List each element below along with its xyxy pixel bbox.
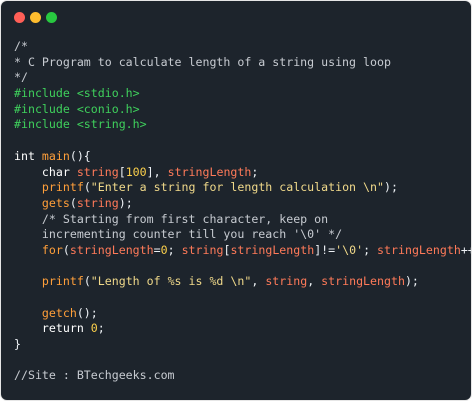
code-token: ; <box>363 242 378 257</box>
code-token: for <box>14 242 63 257</box>
code-line: gets(string); <box>14 196 467 212</box>
code-window: /* * C Program to calculate length of a s… <box>1 1 471 400</box>
code-token: ++); <box>460 242 471 257</box>
code-token: [ <box>118 164 126 179</box>
code-line: int main(){ <box>14 149 467 165</box>
code-line: #include <conio.h> <box>14 102 467 118</box>
code-token: printf <box>14 180 84 195</box>
code-token: , <box>307 274 322 289</box>
code-line: */ <box>14 70 467 86</box>
code-line: /* <box>14 39 467 55</box>
code-token: ]!= <box>314 242 336 257</box>
code-token: stringLength <box>321 274 405 289</box>
code-token: string <box>76 164 119 179</box>
code-line: getch(); <box>14 306 467 322</box>
code-token: #include <stdio.h> <box>14 86 140 101</box>
code-token: ( <box>83 180 91 195</box>
code-token: stringLength <box>69 242 154 257</box>
code-token: 0 <box>90 321 98 336</box>
code-token: * C Program to calculate length of a str… <box>14 54 391 69</box>
code-token: "Length of %s is %d \n" <box>90 274 252 289</box>
code-token: string <box>76 195 119 210</box>
code-line: #include <string.h> <box>14 117 467 133</box>
code-line: char string[100], stringLength; <box>14 165 467 181</box>
code-token: ; <box>251 164 259 179</box>
code-token: = <box>153 242 161 257</box>
code-line: printf("Length of %s is %d \n", string, … <box>14 274 467 290</box>
code-token: ( <box>62 242 70 257</box>
code-token: ( <box>69 195 77 210</box>
code-token: char <box>14 164 77 179</box>
code-block: /* * C Program to calculate length of a s… <box>14 39 471 384</box>
code-token: 0 <box>160 242 168 257</box>
code-token: ; <box>167 242 182 257</box>
code-line: /* Starting from first character, keep o… <box>14 212 467 228</box>
minimize-window-icon[interactable] <box>30 12 41 23</box>
code-token: gets <box>14 195 70 210</box>
code-token: string <box>181 242 224 257</box>
code-token: */ <box>14 70 28 85</box>
code-line: incrementing counter till you reach '\0'… <box>14 227 467 243</box>
code-line: return 0; <box>14 321 467 337</box>
code-token: ); <box>118 195 133 210</box>
code-token: ], <box>146 164 168 179</box>
maximize-window-icon[interactable] <box>46 12 57 23</box>
code-token: stringLength <box>377 242 461 257</box>
code-token: } <box>14 337 21 352</box>
code-token: (){ <box>69 148 91 163</box>
code-token: incrementing counter till you reach '\0'… <box>14 227 343 242</box>
code-token: #include <string.h> <box>14 117 147 132</box>
code-token: "Enter a string for length calculation \… <box>90 180 384 195</box>
window-titlebar <box>1 1 471 33</box>
code-token: int <box>14 148 42 163</box>
code-token: #include <conio.h> <box>14 101 140 116</box>
code-token: , <box>251 274 266 289</box>
code-token: (); <box>76 305 98 320</box>
code-token: /* Starting from first character, keep o… <box>14 211 329 226</box>
code-token: //Site : BTechgeeks.com <box>14 368 175 383</box>
code-line: * C Program to calculate length of a str… <box>14 55 467 71</box>
code-token: ); <box>383 180 398 195</box>
code-token: /* <box>14 39 28 53</box>
code-token: ; <box>97 321 105 336</box>
code-token: '\0' <box>335 242 364 257</box>
code-line: #include <stdio.h> <box>14 86 467 102</box>
code-line: } <box>14 337 467 353</box>
code-token: ); <box>404 274 419 289</box>
code-line: for(stringLength=0; string[stringLength]… <box>14 242 471 259</box>
close-window-icon[interactable] <box>14 12 25 23</box>
code-line: printf("Enter a string for length calcul… <box>14 180 467 196</box>
code-token: getch <box>14 305 77 320</box>
code-token: ( <box>83 274 91 289</box>
code-token: stringLength <box>167 164 252 179</box>
code-token: string <box>265 274 308 289</box>
code-token: return <box>14 321 91 336</box>
code-line: //Site : BTechgeeks.com <box>14 368 467 384</box>
code-token: 100 <box>125 164 147 179</box>
code-token: main <box>41 148 70 163</box>
code-token: printf <box>14 274 84 289</box>
code-token: stringLength <box>230 242 315 257</box>
